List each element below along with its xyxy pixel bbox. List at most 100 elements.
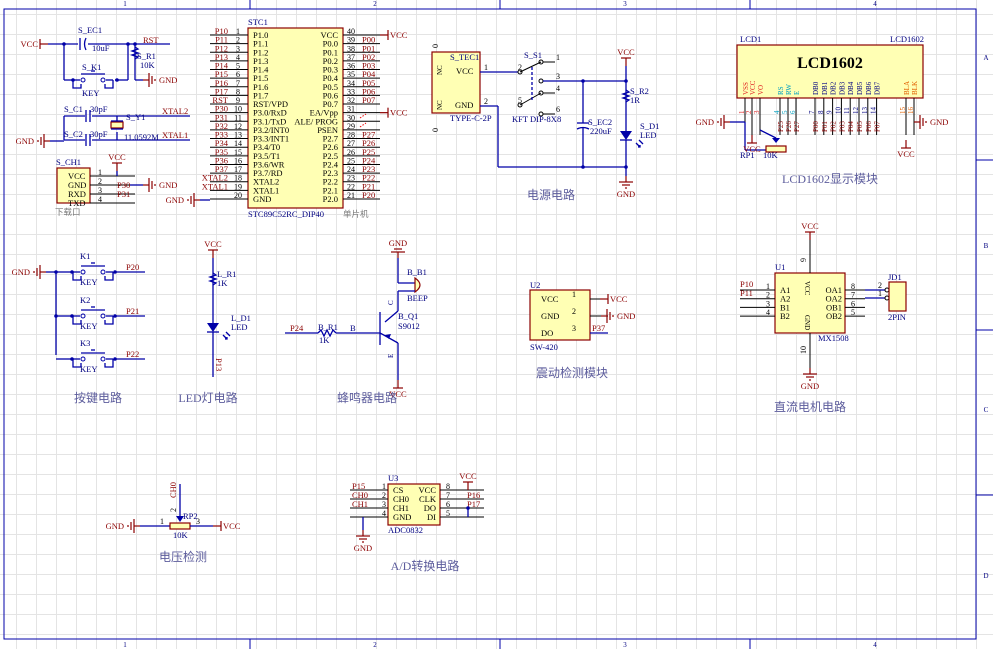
gnd-label: GND [617,189,635,199]
key-ref: K3 [80,338,90,348]
pin-number: 8 [851,282,855,291]
key-contact [80,313,86,319]
pin-number: 9 [799,258,808,262]
column-label: 3 [623,0,627,8]
pin-number: 0 [431,44,440,48]
junction-dot [62,42,66,46]
schematic-canvas[interactable]: 11223344ABCDVCCS_EC110uFS_K1KEYRSTS_R110… [0,0,993,649]
wire [759,129,777,139]
pin-number: 5 [851,308,855,317]
res-value: 1R [630,95,640,105]
column-label: 2 [373,0,377,8]
pin-number: 3 [572,324,576,333]
pin-name: GND [393,512,411,522]
cap-value: 10uF [92,43,110,53]
driver-part: MX1508 [818,333,849,343]
pin-number: 3 [556,72,560,81]
lcd-body-label: LCD1602 [797,55,863,72]
gnd-label: GND [930,117,948,127]
junction-dot [70,270,74,274]
capacitor [83,37,87,51]
net-label: P37 [592,323,605,333]
schematic-sheet[interactable]: 1 1 2 2 3 3 4 4 A B C D VCC S_EC1 10uF S_K1 KEY RST S_R1 10… [0,0,993,649]
pin-name: DB6 [865,81,873,95]
led-value: LED [231,322,248,332]
net-label: P02 [830,121,838,132]
led-value: LED [640,130,657,140]
net-label: P26 [785,121,793,132]
section-title: 电压检测 [159,549,207,564]
led-light-icon [222,331,231,340]
pin-name: B2 [780,311,790,321]
pin-name: OB2 [826,311,842,321]
key-ref: K1 [80,251,90,261]
net-label: P07 [362,95,375,105]
pot-ref: RP2 [183,511,198,521]
pin-label: E [387,354,395,358]
res-value: 1K [217,278,228,288]
pin-name: GND [541,311,559,321]
driver-ref: U1 [775,262,785,272]
vcc-label: VCC [610,294,628,304]
net-label: P00 [812,121,820,132]
net-label: P03 [838,121,846,132]
pin-number: 3 [753,110,761,114]
pin-name: VCC [749,80,757,95]
pin-name: DI [427,512,436,522]
net-label: P24 [290,323,304,333]
crystal-value: 11.0592M [124,132,159,142]
pin-name: VCC [456,66,474,76]
net-label: P22 [126,349,139,359]
key-value: KEY [80,321,97,331]
key-contact [80,269,86,275]
mcu-comment: 单片机 [343,209,369,219]
buzzer-ref: B_B1 [407,267,427,277]
pin-name: VCC [541,294,559,304]
vcc-label: VCC [108,152,126,162]
gnd-label: GND [801,381,819,391]
pin-name: GND [253,194,271,204]
net-label: P20 [126,262,139,272]
junction-dot [71,78,75,82]
gnd-label: GND [354,543,372,553]
pin-number: 6 [446,500,450,509]
mcu-ref: STC1 [248,17,268,27]
net-label: P25 [777,121,785,132]
pin-number: 16 [907,107,915,115]
pin-name: GND [803,315,811,330]
section-title: 按键电路 [74,390,122,405]
pin-name: GND [455,100,473,110]
net-label: P31 [117,189,130,199]
pin-name: DB0 [812,81,820,95]
vcc-label: VCC [897,149,915,159]
row-label: A [983,54,988,62]
net-label: XTAL1 [162,130,188,140]
c1-value: 30pF [90,104,108,114]
pin-number: 4 [766,308,770,317]
pin-number: 2 [382,491,386,500]
section-title: 震动检测模块 [536,365,608,380]
vcc-label: VCC [21,39,39,49]
adc-ref: U3 [388,473,398,483]
cap-value: 220uF [590,126,612,136]
pin-number: 5 [781,110,789,114]
pin-name: DO [541,328,553,338]
pin-number: 7 [446,491,450,500]
net-label: XTAL1 [202,181,228,191]
junction-dot [466,506,470,510]
pin-number: 15 [899,107,907,115]
net-label: P27 [793,121,801,132]
pin-number: 13 [861,107,869,115]
key-contact [100,269,106,275]
led-icon [207,323,219,332]
pin-number: 1 [160,517,164,526]
pin-name: P2.0 [323,194,338,204]
pin-number: 5 [446,509,450,518]
section-title: LCD1602显示模块 [782,172,878,186]
net-label: B [350,323,356,333]
sensor-ref: U2 [530,280,540,290]
gnd-label: GND [389,238,407,248]
net-label: CH0 [168,482,178,498]
pin-number: 20 [234,191,242,200]
junction-dot [113,314,117,318]
